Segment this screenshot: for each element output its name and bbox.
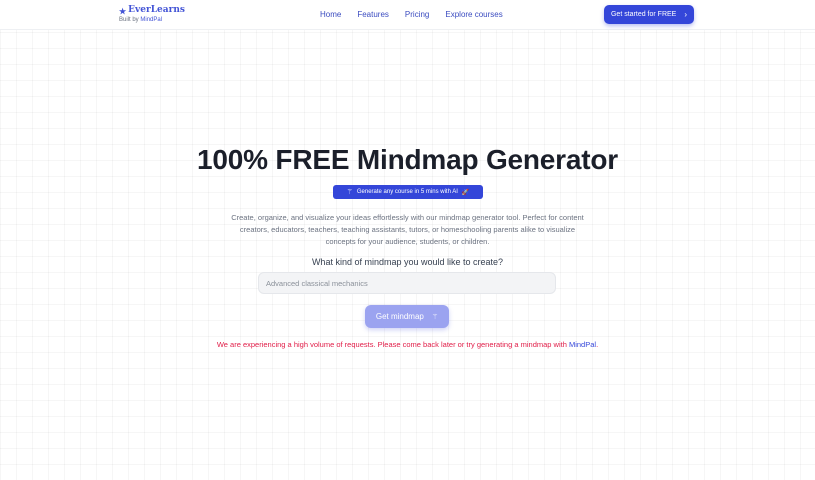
course-promo-badge[interactable]: ⚚ Generate any course in 5 mins with AI … — [333, 185, 483, 199]
mindmap-question: What kind of mindmap you would like to c… — [311, 257, 504, 267]
nav-features[interactable]: Features — [357, 10, 389, 19]
error-suffix: . — [596, 340, 599, 349]
get-started-label: Get started for FREE — [610, 11, 677, 18]
navbar: ★ EverLearns Built by MindPal Home Featu… — [0, 0, 815, 30]
badge-label: Generate any course in 5 mins with AI — [356, 189, 458, 195]
logo-name: ★ EverLearns — [119, 6, 185, 15]
rocket-emoji: 🚀 — [461, 189, 470, 196]
built-by-prefix: Built by — [119, 17, 139, 23]
get-started-button[interactable]: Get started for FREE › — [604, 5, 694, 24]
chevron-right-icon: › — [684, 10, 688, 19]
magic-wand-icon: ⚚ — [346, 189, 353, 196]
mindpal-link[interactable]: MindPal — [569, 340, 596, 349]
page-title: 100% FREE Mindmap Generator — [197, 144, 618, 175]
nav-pricing[interactable]: Pricing — [405, 10, 429, 19]
star-icon: ★ — [119, 5, 127, 16]
error-text: We are experiencing a high volume of req… — [216, 340, 567, 349]
logo[interactable]: ★ EverLearns Built by MindPal — [119, 6, 185, 24]
logo-text: EverLearns — [128, 5, 185, 15]
built-by-brand: MindPal — [140, 17, 163, 23]
hero-description: Create, organize, and visualize your ide… — [231, 213, 584, 246]
built-by: Built by MindPal — [119, 17, 185, 23]
nav-home[interactable]: Home — [320, 10, 341, 19]
get-mindmap-button[interactable]: Get mindmap ⚚ — [365, 305, 449, 328]
magic-wand-icon: ⚚ — [431, 313, 439, 321]
error-message: We are experiencing a high volume of req… — [0, 340, 815, 349]
mindmap-topic-input[interactable] — [258, 272, 556, 294]
get-mindmap-label: Get mindmap — [375, 312, 424, 321]
nav-explore-courses[interactable]: Explore courses — [445, 10, 502, 19]
main-nav: Home Features Pricing Explore courses — [320, 10, 519, 19]
